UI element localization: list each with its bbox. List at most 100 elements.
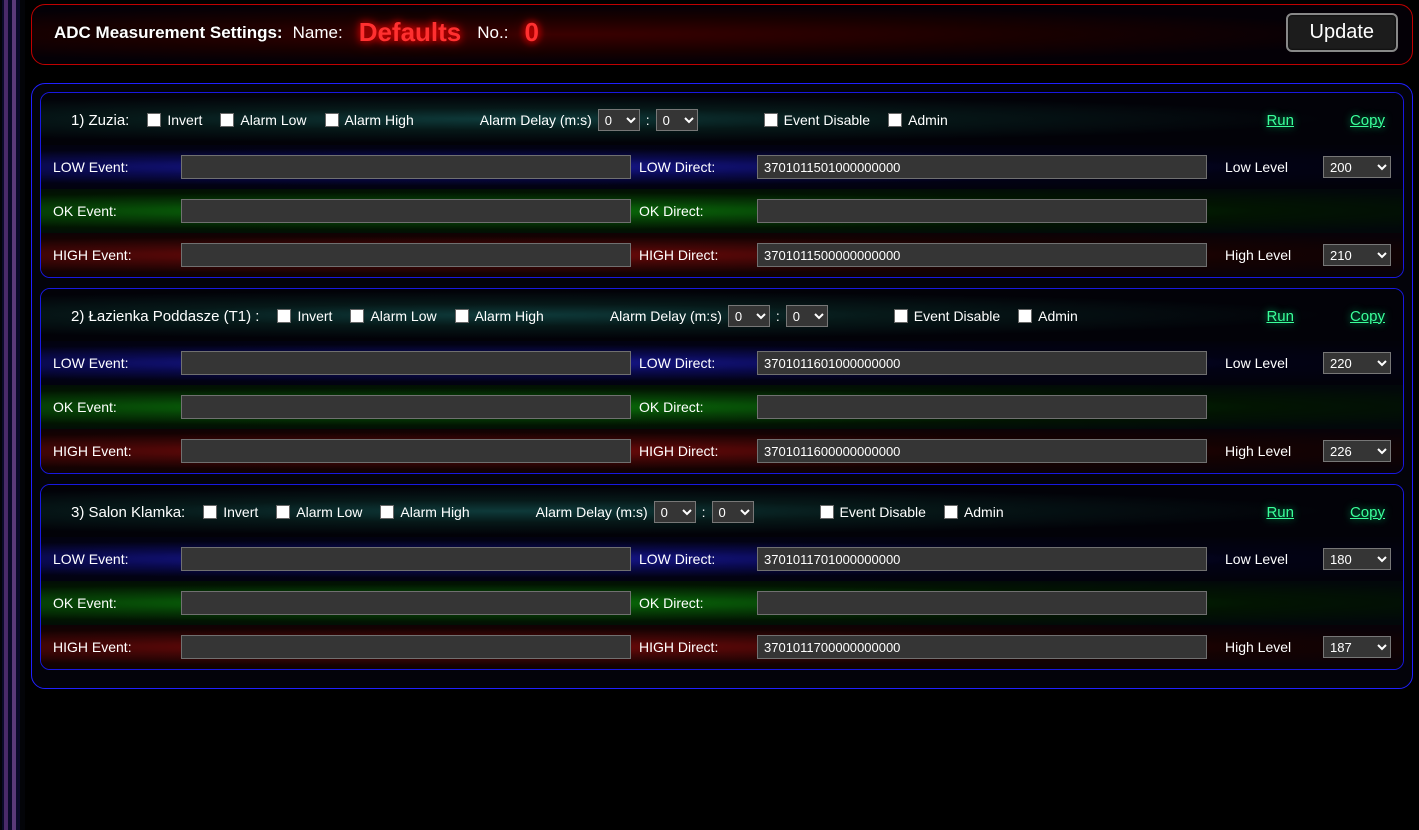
alarm-low-checkbox[interactable] [220,113,234,127]
ok-event-label: OK Event: [53,203,173,220]
alarm-delay-min[interactable]: 0 [654,501,696,523]
admin-checkbox[interactable] [888,113,902,127]
low-level-label: Low Level [1215,355,1315,371]
high-level-label: High Level [1215,247,1315,263]
high-event-label: HIGH Event: [53,443,173,460]
low-level-select[interactable]: 200 [1323,156,1391,178]
ok-event-label: OK Event: [53,595,173,612]
ok-direct-input[interactable] [757,395,1207,419]
copy-link[interactable]: Copy [1350,504,1385,521]
run-link[interactable]: Run [1266,112,1294,129]
high-direct-input[interactable] [757,635,1207,659]
alarm-low-label: Alarm Low [240,112,306,128]
low-direct-input[interactable] [757,547,1207,571]
alarm-delay-label: Alarm Delay (m:s) [610,308,722,324]
channel-title: 1) Zuzia: [71,112,129,129]
admin-label: Admin [908,112,948,128]
ok-direct-input[interactable] [757,591,1207,615]
high-direct-label: HIGH Direct: [639,639,749,656]
low-direct-input[interactable] [757,351,1207,375]
high-level-select[interactable]: 210 [1323,244,1391,266]
high-event-input[interactable] [181,439,631,463]
channel-title: 3) Salon Klamka: [71,504,185,521]
run-link[interactable]: Run [1266,308,1294,325]
high-level-select[interactable]: 226 [1323,440,1391,462]
high-direct-label: HIGH Direct: [639,443,749,460]
high-event-label: HIGH Event: [53,639,173,656]
colon: : [776,308,780,324]
high-direct-input[interactable] [757,439,1207,463]
alarm-delay-sec[interactable]: 0 [712,501,754,523]
ok-row: OK Event: OK Direct: [41,385,1403,429]
low-direct-input[interactable] [757,155,1207,179]
copy-link[interactable]: Copy [1350,112,1385,129]
high-direct-input[interactable] [757,243,1207,267]
low-level-label: Low Level [1215,551,1315,567]
event-disable-checkbox[interactable] [894,309,908,323]
channels-group: 1) Zuzia: Invert Alarm Low Alarm High Al… [31,83,1413,689]
alarm-low-checkbox[interactable] [276,505,290,519]
low-event-input[interactable] [181,155,631,179]
admin-label: Admin [964,504,1004,520]
low-level-label: Low Level [1215,159,1315,175]
event-disable-checkbox[interactable] [820,505,834,519]
alarm-delay-sec[interactable]: 0 [786,305,828,327]
ok-direct-label: OK Direct: [639,203,749,220]
high-event-label: HIGH Event: [53,247,173,264]
event-disable-label: Event Disable [840,504,926,520]
ok-direct-input[interactable] [757,199,1207,223]
invert-checkbox[interactable] [147,113,161,127]
high-row: HIGH Event: HIGH Direct: High Level 226 [41,429,1403,473]
ok-event-input[interactable] [181,199,631,223]
low-event-label: LOW Event: [53,551,173,568]
high-level-label: High Level [1215,639,1315,655]
update-button[interactable]: Update [1286,13,1399,52]
admin-checkbox[interactable] [1018,309,1032,323]
invert-label: Invert [223,504,258,520]
alarm-delay-sec[interactable]: 0 [656,109,698,131]
ok-event-input[interactable] [181,395,631,419]
high-event-input[interactable] [181,635,631,659]
no-value: 0 [518,17,544,48]
high-row: HIGH Event: HIGH Direct: High Level 210 [41,233,1403,277]
low-event-label: LOW Event: [53,355,173,372]
channel-3: 3) Salon Klamka: Invert Alarm Low Alarm … [40,484,1404,670]
header-panel: ADC Measurement Settings: Name: Defaults… [31,4,1413,65]
high-event-input[interactable] [181,243,631,267]
low-event-input[interactable] [181,547,631,571]
ok-row: OK Event: OK Direct: [41,189,1403,233]
ok-event-input[interactable] [181,591,631,615]
alarm-delay-min[interactable]: 0 [598,109,640,131]
alarm-delay-label: Alarm Delay (m:s) [536,504,648,520]
admin-checkbox[interactable] [944,505,958,519]
alarm-delay-min[interactable]: 0 [728,305,770,327]
invert-label: Invert [167,112,202,128]
high-level-select[interactable]: 187 [1323,636,1391,658]
alarm-low-label: Alarm Low [296,504,362,520]
low-row: LOW Event: LOW Direct: Low Level 220 [41,341,1403,385]
channel-header: 2) Łazienka Poddasze (T1) : Invert Alarm… [41,289,1403,341]
admin-label: Admin [1038,308,1078,324]
event-disable-label: Event Disable [784,112,870,128]
event-disable-checkbox[interactable] [764,113,778,127]
invert-checkbox[interactable] [203,505,217,519]
ok-row: OK Event: OK Direct: [41,581,1403,625]
alarm-high-checkbox[interactable] [380,505,394,519]
low-row: LOW Event: LOW Direct: Low Level 180 [41,537,1403,581]
alarm-high-checkbox[interactable] [325,113,339,127]
invert-checkbox[interactable] [277,309,291,323]
low-event-label: LOW Event: [53,159,173,176]
alarm-high-checkbox[interactable] [455,309,469,323]
channel-title: 2) Łazienka Poddasze (T1) : [71,308,259,325]
low-level-select[interactable]: 180 [1323,548,1391,570]
copy-link[interactable]: Copy [1350,308,1385,325]
low-row: LOW Event: LOW Direct: Low Level 200 [41,145,1403,189]
low-level-select[interactable]: 220 [1323,352,1391,374]
alarm-low-checkbox[interactable] [350,309,364,323]
invert-label: Invert [297,308,332,324]
channel-header: 3) Salon Klamka: Invert Alarm Low Alarm … [41,485,1403,537]
low-event-input[interactable] [181,351,631,375]
alarm-high-label: Alarm High [400,504,469,520]
high-row: HIGH Event: HIGH Direct: High Level 187 [41,625,1403,669]
run-link[interactable]: Run [1266,504,1294,521]
